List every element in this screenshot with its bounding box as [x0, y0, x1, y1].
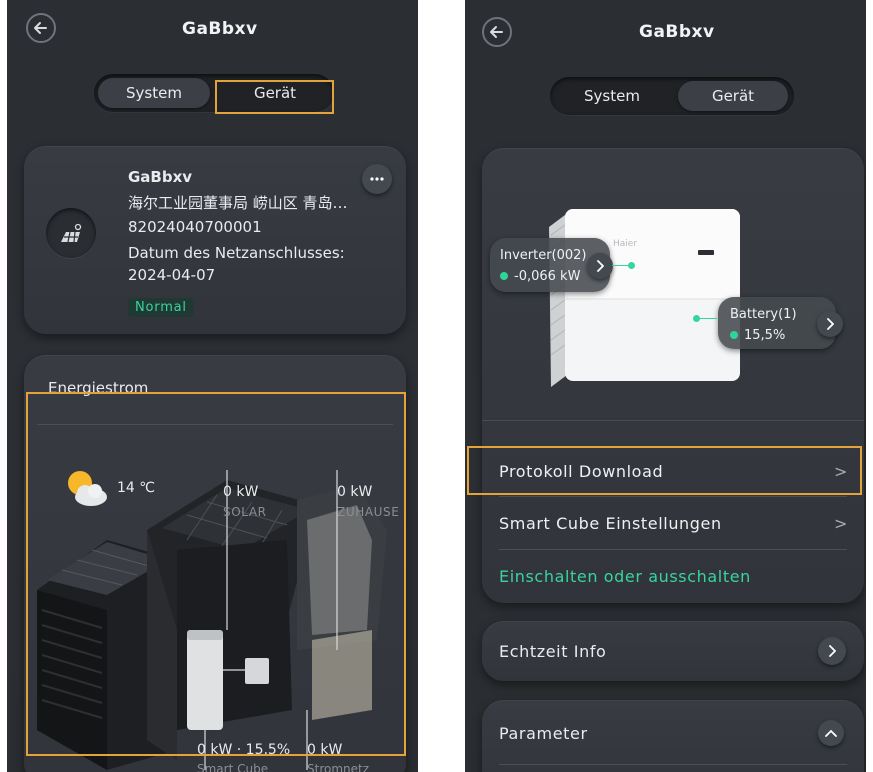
power-toggle-label: Einschalten oder ausschalten — [499, 566, 751, 586]
arrow-left-icon — [34, 22, 47, 34]
device-card-divider — [482, 420, 864, 421]
right-screen: GaBbxv System Gerät Haier Inverter(002) … — [465, 0, 866, 772]
realtime-info-card[interactable]: Echtzeit Info — [482, 621, 864, 681]
solar-label: SOLAR — [223, 505, 267, 519]
solar-value: 0 kW — [223, 484, 259, 500]
chevron-up-icon — [825, 729, 837, 737]
energy-flow-title: Energiestrom — [48, 379, 149, 397]
page-title: GaBbxv — [182, 19, 258, 39]
chevron-right-icon — [827, 318, 834, 330]
menu-divider — [499, 549, 847, 550]
home-label: ZUHAUSE — [337, 505, 400, 519]
battery-value-row: 15,5% — [730, 328, 785, 343]
arrow-left-icon — [490, 26, 503, 38]
parameter-collapse-button[interactable] — [818, 720, 844, 746]
device-image — [549, 209, 740, 387]
parameter-divider — [499, 764, 847, 765]
station-address: 海尔工业园董事局 崂山区 青岛… — [128, 194, 348, 212]
more-dots-icon — [370, 177, 384, 181]
tab-device[interactable]: Gerät — [220, 78, 330, 108]
tab-system[interactable]: System — [554, 81, 670, 111]
home-value: 0 kW — [337, 484, 373, 500]
inverter-detail-button[interactable] — [587, 253, 613, 279]
power-toggle-link[interactable]: Einschalten oder ausschalten — [499, 551, 848, 601]
battery-label: Battery(1) — [730, 307, 797, 322]
station-card[interactable]: GaBbxv 海尔工业园董事局 崂山区 青岛… 82024040700001 D… — [24, 146, 406, 334]
smart-cube-value: 0 kW · 15,5% — [197, 742, 291, 758]
device-brand: Haier — [613, 239, 638, 249]
parameter-card[interactable]: Parameter — [482, 700, 864, 772]
energy-divider — [37, 424, 393, 425]
station-name: GaBbxv — [128, 168, 193, 186]
menu-smart-cube-settings[interactable]: Smart Cube Einstellungen > — [499, 498, 848, 548]
chevron-right-icon — [829, 645, 836, 657]
battery-level: 15,5% — [744, 328, 786, 343]
menu-smart-cube-settings-label: Smart Cube Einstellungen — [499, 513, 722, 533]
left-screen: GaBbxv System Gerät GaBbxv 海尔工业园董事局 崂山区 … — [7, 0, 418, 772]
online-dot-icon — [500, 272, 508, 280]
battery-detail-button[interactable] — [817, 311, 843, 337]
battery-connector-dot — [693, 315, 700, 322]
parameter-label: Parameter — [499, 724, 588, 743]
back-button[interactable] — [482, 17, 512, 47]
realtime-info-label: Echtzeit Info — [499, 642, 607, 661]
online-dot-icon — [730, 331, 738, 339]
partly-cloudy-icon — [68, 471, 107, 506]
battery-connector-line — [697, 318, 717, 319]
page-title: GaBbxv — [639, 22, 715, 42]
menu-divider — [499, 496, 847, 497]
inverter-connector-dot — [628, 262, 635, 269]
menu-protocol-download[interactable]: Protokoll Download > — [499, 446, 848, 496]
chevron-right-icon: > — [833, 513, 848, 533]
chevron-right-icon: > — [833, 461, 848, 481]
inverter-value-row: -0,066 kW — [500, 269, 580, 284]
menu-protocol-download-label: Protokoll Download — [499, 461, 664, 481]
device-indicator-led — [698, 250, 714, 255]
smart-cube-label: Smart Cube — [197, 762, 269, 772]
grid-label: Stromnetz — [307, 762, 370, 772]
realtime-info-button[interactable] — [818, 637, 846, 665]
grid-connection-date: 2024-04-07 — [128, 266, 216, 284]
grid-connection-label: Datum des Netzanschlusses: — [128, 244, 345, 262]
grid-value: 0 kW — [307, 742, 343, 758]
tab-device[interactable]: Gerät — [678, 81, 788, 111]
weather-temperature: 14 ℃ — [117, 480, 155, 496]
tab-system[interactable]: System — [98, 78, 210, 108]
tab-switcher: System Gerät — [550, 77, 794, 115]
status-badge: Normal — [128, 298, 194, 317]
chevron-right-icon — [597, 260, 604, 272]
inverter-label: Inverter(002) — [500, 248, 587, 263]
more-button[interactable] — [362, 164, 392, 194]
tab-switcher: System Gerät — [94, 74, 334, 112]
inverter-power: -0,066 kW — [514, 269, 581, 284]
station-id: 82024040700001 — [128, 218, 262, 236]
back-button[interactable] — [26, 13, 56, 43]
solar-station-icon — [46, 208, 96, 258]
